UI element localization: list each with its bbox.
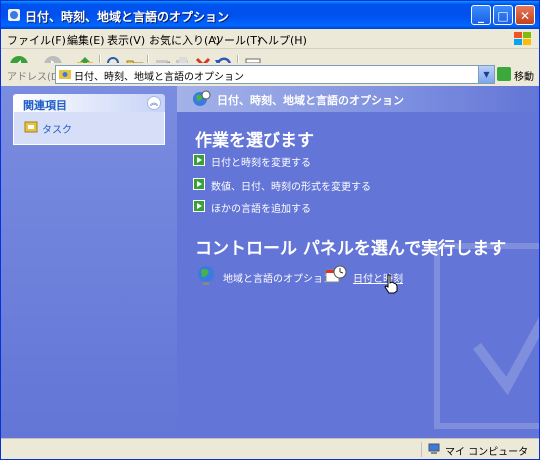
- task-label[interactable]: ほかの言語を追加する: [211, 200, 311, 215]
- see-also-body: タスク: [13, 112, 165, 145]
- hand-cursor-icon: [384, 274, 398, 294]
- explorer-window: 日付、時刻、地域と言語のオプション _ □ ✕ ファイル(F) 編集(E) 表示…: [0, 0, 540, 460]
- menu-tools[interactable]: ツール(T): [213, 32, 261, 48]
- collapse-chevron-icon[interactable]: ︽: [147, 96, 161, 110]
- menu-help[interactable]: ヘルプ(H): [257, 32, 307, 48]
- content-area: 関連項目 ︽ タスク 日付、時刻、地域と言語のオプション 作業を選びます 日付と…: [1, 86, 539, 438]
- cp-item-date-time[interactable]: 日付と時刻: [325, 264, 425, 288]
- cp-item-regional-options[interactable]: 地域と言語のオプション: [195, 264, 335, 288]
- task-pane: 関連項目 ︽ タスク: [1, 86, 177, 438]
- maximize-button[interactable]: □: [493, 5, 513, 25]
- my-computer-icon: [428, 443, 440, 454]
- status-zone: マイ コンピュータ: [445, 447, 529, 458]
- menu-edit[interactable]: 編集(E): [67, 32, 105, 48]
- close-button[interactable]: ✕: [515, 5, 535, 25]
- window-title: 日付、時刻、地域と言語のオプション: [25, 10, 230, 24]
- menu-file[interactable]: ファイル(F): [7, 32, 66, 48]
- task-icon: [24, 121, 38, 133]
- task-arrow-icon: [193, 154, 205, 166]
- address-value: 日付、時刻、地域と言語のオプション: [74, 72, 244, 83]
- task-label[interactable]: 日付と時刻を変更する: [211, 154, 311, 169]
- menu-view[interactable]: 表示(V): [107, 32, 145, 48]
- task-label[interactable]: 数値、日付、時刻の形式を変更する: [211, 178, 371, 193]
- main-pane: 日付、時刻、地域と言語のオプション 作業を選びます 日付と時刻を変更する 数値、…: [177, 86, 539, 438]
- task-arrow-icon: [193, 200, 205, 212]
- globe-icon: [198, 266, 214, 285]
- minimize-button[interactable]: _: [471, 5, 491, 25]
- control-panel-heading: コントロール パネルを選んで実行します: [195, 239, 507, 259]
- control-panel-folder-icon: [59, 70, 71, 79]
- window-icon: [8, 9, 20, 21]
- globe-clock-icon: [193, 90, 211, 106]
- status-bar: マイ コンピュータ: [1, 438, 539, 459]
- see-also-header[interactable]: 関連項目 ︽: [13, 94, 165, 112]
- menu-bar: ファイル(F) 編集(E) 表示(V) お気に入り(A) ツール(T) ヘルプ(…: [1, 29, 539, 49]
- windows-logo-icon: [514, 32, 531, 45]
- see-also-panel: 関連項目 ︽ タスク: [13, 94, 165, 145]
- go-button[interactable]: 移動: [514, 68, 534, 83]
- address-dropdown-icon[interactable]: ▼: [478, 66, 494, 83]
- title-bar[interactable]: 日付、時刻、地域と言語のオプション _ □ ✕: [1, 1, 539, 29]
- cp-item-label[interactable]: 地域と言語のオプション: [223, 270, 333, 285]
- go-arrow-icon[interactable]: [497, 67, 511, 81]
- task-heading: 作業を選びます: [195, 131, 314, 151]
- address-bar: アドレス(D) 日付、時刻、地域と言語のオプション ▼ 移動: [1, 63, 539, 87]
- see-also-title: 関連項目: [23, 99, 67, 112]
- address-input[interactable]: 日付、時刻、地域と言語のオプション ▼: [55, 65, 495, 84]
- category-header: 日付、時刻、地域と言語のオプション: [177, 86, 539, 112]
- sidebar-item-tasks[interactable]: タスク: [42, 121, 72, 136]
- status-divider: [421, 442, 422, 457]
- category-title: 日付、時刻、地域と言語のオプション: [217, 94, 404, 107]
- clock-calendar-icon: [325, 265, 347, 283]
- menu-favorites[interactable]: お気に入り(A): [149, 32, 220, 48]
- task-arrow-icon: [193, 178, 205, 190]
